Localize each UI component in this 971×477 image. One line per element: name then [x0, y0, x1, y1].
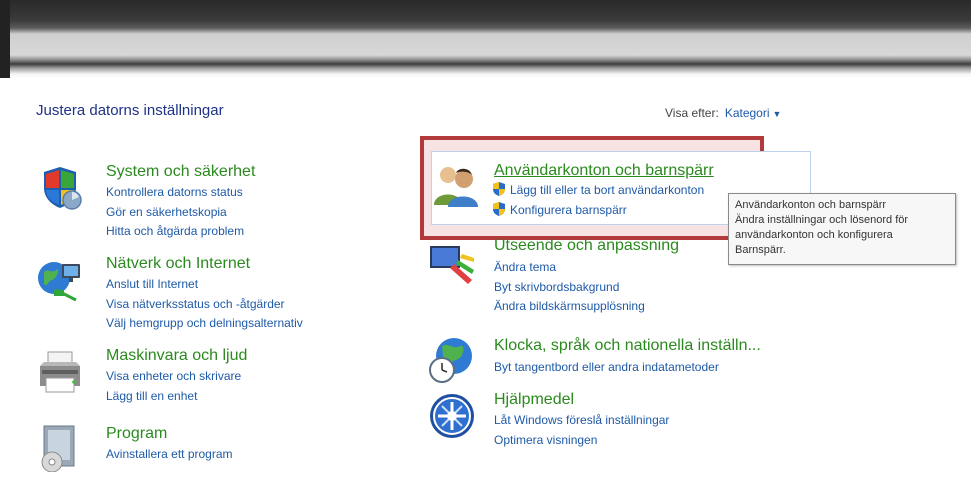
uac-shield-icon	[493, 201, 505, 216]
link-add-device[interactable]: Lägg till en enhet	[106, 387, 241, 407]
category-title-programs[interactable]: Program	[106, 425, 167, 443]
link-keyboards[interactable]: Byt tangentbord eller andra indatametode…	[494, 358, 719, 378]
shield-icon[interactable]	[36, 164, 84, 212]
category-title-system[interactable]: System och säkerhet	[106, 163, 255, 181]
page-title: Justera datorns inställningar	[36, 102, 224, 119]
link-uninstall-program[interactable]: Avinstallera ett program	[106, 445, 233, 465]
link-homegroup[interactable]: Välj hemgrupp och delningsalternativ	[106, 314, 303, 334]
view-by: Visa efter: Kategori ▼	[665, 106, 781, 120]
link-screen-resolution[interactable]: Ändra bildskärmsupplösning	[494, 297, 645, 317]
tooltip-line: användarkonton och konfigurera	[735, 229, 893, 241]
category-title-clock[interactable]: Klocka, språk och nationella inställn...	[494, 337, 761, 355]
link-parental-controls-label: Konfigurera barnspärr	[510, 202, 627, 217]
chevron-down-icon[interactable]: ▼	[773, 109, 782, 119]
link-parental-controls[interactable]: Konfigurera barnspärr	[492, 201, 704, 221]
window-title-bar	[0, 0, 971, 78]
link-add-remove-accounts[interactable]: Lägg till eller ta bort användarkonton	[492, 181, 704, 201]
link-optimize-display[interactable]: Optimera visningen	[494, 431, 669, 451]
category-title-ease[interactable]: Hjälpmedel	[494, 391, 574, 409]
ease-of-access-icon[interactable]	[428, 392, 476, 440]
category-title-network[interactable]: Nätverk och Internet	[106, 255, 250, 273]
clock-globe-icon[interactable]	[428, 336, 476, 384]
link-add-remove-accounts-label: Lägg till eller ta bort användarkonton	[510, 183, 705, 197]
view-by-dropdown[interactable]: Kategori	[725, 106, 770, 120]
tooltip-line: Barnspärr.	[735, 244, 786, 256]
link-change-theme[interactable]: Ändra tema	[494, 258, 645, 278]
tooltip-line: Användarkonton och barnspärr	[735, 199, 887, 211]
category-title-appearance[interactable]: Utseende och anpassning	[494, 237, 679, 255]
network-globe-icon[interactable]	[36, 256, 84, 304]
category-title-users[interactable]: Användarkonton och barnspärr	[494, 162, 714, 180]
link-connect-internet[interactable]: Anslut till Internet	[106, 275, 303, 295]
link-network-status[interactable]: Visa nätverksstatus och -åtgärder	[106, 295, 303, 315]
link-windows-suggest[interactable]: Låt Windows föreslå inställningar	[494, 411, 669, 431]
tooltip-line: Ändra inställningar och lösenord för	[735, 214, 909, 226]
appearance-icon[interactable]	[428, 240, 476, 288]
link-desktop-background[interactable]: Byt skrivbordsbakgrund	[494, 278, 645, 298]
uac-shield-icon	[493, 182, 505, 196]
tooltip: Användarkonton och barnspärr Ändra instä…	[728, 193, 956, 265]
printer-icon[interactable]	[36, 348, 84, 396]
link-devices-printers[interactable]: Visa enheter och skrivare	[106, 367, 241, 387]
link-troubleshoot[interactable]: Hitta och åtgärda problem	[106, 222, 244, 242]
link-backup[interactable]: Gör en säkerhetskopia	[106, 203, 244, 223]
category-title-hardware[interactable]: Maskinvara och ljud	[106, 347, 247, 365]
users-icon[interactable]	[432, 161, 480, 209]
view-by-label: Visa efter:	[665, 106, 719, 120]
link-check-status[interactable]: Kontrollera datorns status	[106, 183, 244, 203]
programs-icon[interactable]	[36, 424, 84, 473]
